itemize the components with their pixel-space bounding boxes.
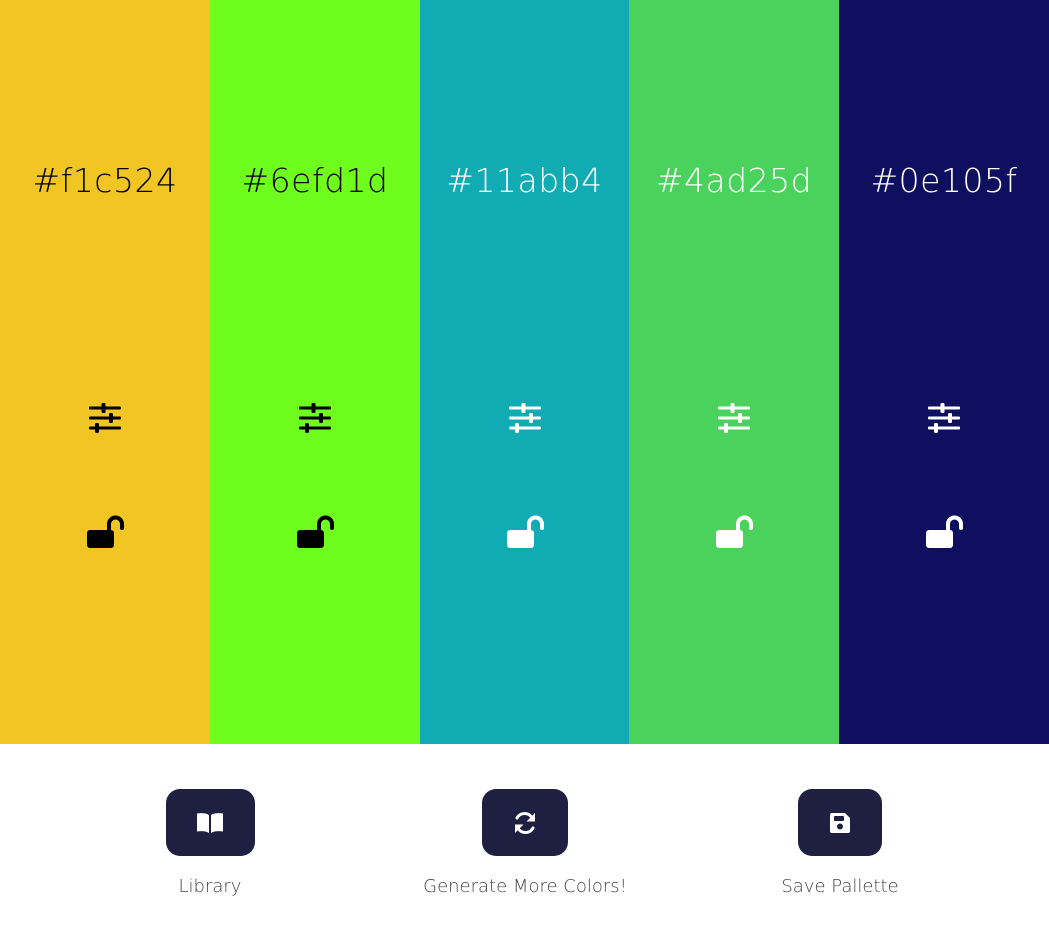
hex-label[interactable]: #f1c524 bbox=[0, 158, 210, 204]
sliders-icon bbox=[299, 403, 331, 433]
hex-label[interactable]: #0e105f bbox=[839, 158, 1049, 204]
unlocked-padlock-icon bbox=[716, 515, 753, 548]
color-swatch-1: #f1c524 bbox=[0, 0, 210, 744]
sliders-icon bbox=[718, 403, 750, 433]
adjust-button[interactable] bbox=[507, 400, 543, 436]
unlocked-padlock-icon bbox=[87, 515, 124, 548]
lock-button[interactable] bbox=[924, 510, 964, 552]
unlocked-padlock-icon bbox=[297, 515, 334, 548]
adjust-button[interactable] bbox=[87, 400, 123, 436]
hex-label[interactable]: #11abb4 bbox=[420, 158, 629, 204]
color-swatch-3: #11abb4 bbox=[420, 0, 629, 744]
library-label: Library bbox=[178, 876, 242, 897]
color-palette: #f1c524 #6efd1d #11abb4 #4ad25d #0e105f bbox=[0, 0, 1049, 744]
save-label: Save Pallette bbox=[781, 876, 899, 897]
lock-button[interactable] bbox=[505, 510, 545, 552]
generate-label: Generate More Colors! bbox=[423, 876, 627, 897]
library-button[interactable] bbox=[165, 789, 255, 856]
refresh-icon bbox=[515, 811, 535, 834]
generate-control: Generate More Colors! bbox=[405, 789, 645, 897]
color-swatch-5: #0e105f bbox=[839, 0, 1049, 744]
adjust-button[interactable] bbox=[297, 400, 333, 436]
sliders-icon bbox=[928, 403, 960, 433]
lock-button[interactable] bbox=[295, 510, 335, 552]
hex-label[interactable]: #6efd1d bbox=[210, 158, 420, 204]
color-swatch-4: #4ad25d bbox=[629, 0, 839, 744]
save-button[interactable] bbox=[798, 789, 882, 856]
sliders-icon bbox=[89, 403, 121, 433]
save-control: Save Pallette bbox=[750, 789, 930, 897]
book-open-icon bbox=[197, 812, 223, 833]
adjust-button[interactable] bbox=[716, 400, 752, 436]
library-control: Library bbox=[120, 789, 300, 897]
generate-button[interactable] bbox=[482, 789, 568, 856]
sliders-icon bbox=[508, 403, 541, 433]
controls-bar: Library Generate More Colors! Save Palle… bbox=[0, 744, 1049, 930]
adjust-button[interactable] bbox=[926, 400, 962, 436]
floppy-disk-icon bbox=[830, 812, 850, 833]
unlocked-padlock-icon bbox=[506, 515, 544, 548]
hex-label[interactable]: #4ad25d bbox=[629, 158, 839, 204]
lock-button[interactable] bbox=[714, 510, 754, 552]
unlocked-padlock-icon bbox=[926, 515, 963, 548]
lock-button[interactable] bbox=[85, 510, 125, 552]
color-swatch-2: #6efd1d bbox=[210, 0, 420, 744]
